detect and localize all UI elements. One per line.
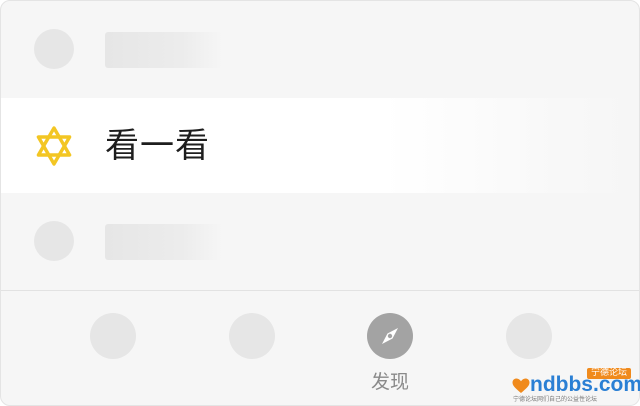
list-item-kanyikan[interactable]: 看一看 [1, 98, 639, 193]
list-item-placeholder[interactable] [1, 193, 639, 289]
tab-placeholder-icon [506, 313, 552, 359]
tab-discover-label: 发现 [370, 371, 409, 393]
watermark-text: ndbbs.com [530, 373, 640, 396]
site-watermark: 宁德论坛 ndbbs.com 宁德论坛网们自己的公益性论坛 [511, 362, 640, 406]
tab-placeholder[interactable] [229, 313, 275, 359]
placeholder-label [105, 32, 223, 68]
heart-icon [512, 378, 530, 393]
discover-menu-frame: 看一看 发现 [0, 0, 640, 406]
tab-discover[interactable] [367, 313, 413, 359]
tab-placeholder-icon [229, 313, 275, 359]
list-item-placeholder[interactable] [1, 1, 639, 97]
tab-placeholder[interactable] [90, 313, 136, 359]
list-item-label: 看一看 [105, 126, 210, 166]
tab-placeholder[interactable] [506, 313, 552, 359]
star-of-david-icon [36, 126, 72, 166]
watermark-subtext: 宁德论坛网们自己的公益性论坛 [513, 396, 598, 403]
placeholder-label [105, 224, 223, 260]
placeholder-icon [34, 29, 74, 69]
compass-icon-bg [367, 313, 413, 359]
compass-icon [382, 328, 398, 344]
placeholder-icon [34, 221, 74, 261]
tab-placeholder-icon [90, 313, 136, 359]
